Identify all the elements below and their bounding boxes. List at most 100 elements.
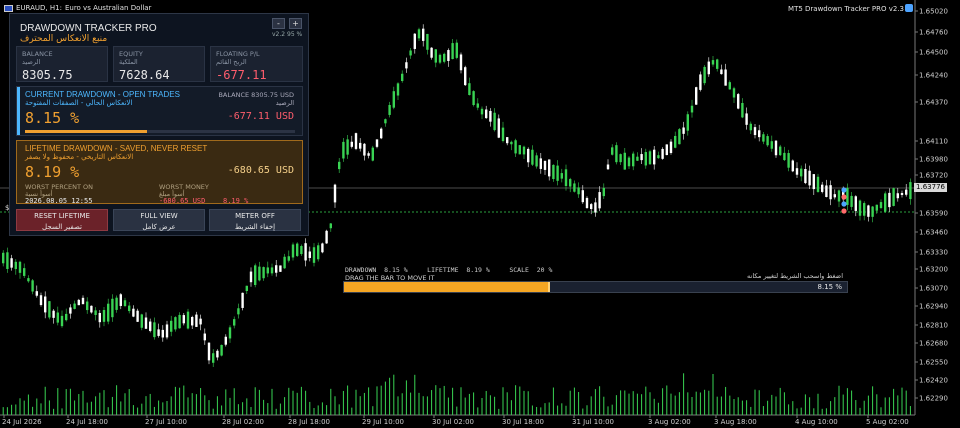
current-title: CURRENT DRAWDOWN - OPEN TRADES [25, 90, 180, 99]
panel-subtitle: منبع الانعكاس المحترف [20, 34, 108, 44]
candle-body [791, 160, 794, 172]
candle-body [825, 185, 828, 197]
candle-body [611, 147, 614, 155]
price-tick-label: 1.63070 [919, 285, 948, 293]
lifetime-title-ar: الانعكاس التاريخي - محفوظ ولا يصفر [25, 153, 134, 161]
minimize-button[interactable]: - [272, 18, 285, 29]
candle-body [430, 47, 433, 58]
symbol-label: EURAUD, H1: [16, 4, 62, 12]
time-tick-label: 4 Aug 10:00 [795, 418, 838, 426]
candle-body [77, 299, 80, 306]
time-tick-label: 5 Aug 02:00 [866, 418, 909, 426]
candle-body [585, 197, 589, 209]
candle-body [174, 317, 177, 330]
candle-body [808, 170, 811, 186]
candle-body [703, 66, 706, 84]
current-progress-fill [25, 130, 147, 133]
time-tick-label: 31 Jul 10:00 [572, 418, 614, 426]
drawdown-meter[interactable]: DRAWDOWN 8.15 % LIFETIME 8.19 % SCALE 20… [343, 264, 848, 296]
candle-body [480, 108, 484, 115]
candle-body [136, 310, 139, 322]
candle-body [60, 315, 64, 327]
candle-body [829, 185, 832, 200]
time-tick-label: 29 Jul 10:00 [362, 418, 404, 426]
candle-body [405, 62, 408, 69]
full-view-button[interactable]: FULL VIEW عرض كامل [113, 209, 205, 231]
candle-body [73, 303, 76, 309]
candle-body [216, 350, 219, 358]
candle-body [678, 129, 681, 145]
price-tick-label: 1.63720 [919, 172, 948, 180]
candle-body [417, 29, 421, 39]
price-tick-label: 1.62940 [919, 303, 948, 311]
candle-body [615, 145, 618, 163]
current-balance-label-ar: الرصيد [275, 99, 294, 107]
candle-body [123, 300, 127, 306]
candle-body [455, 42, 458, 58]
candle-body [258, 266, 261, 281]
candle-body [23, 268, 26, 276]
candle-body [800, 168, 803, 177]
candle-body [275, 265, 278, 273]
candle-body [690, 105, 694, 113]
candle-body [485, 109, 488, 119]
candle-body [741, 102, 744, 118]
current-progress [25, 130, 295, 133]
candle-body [892, 188, 895, 206]
candle-body [161, 329, 164, 338]
candle-body [283, 256, 286, 269]
candle-body [531, 149, 534, 165]
meter-off-button[interactable]: METER OFF إخفاء الشريط [209, 209, 301, 231]
candle-body [90, 305, 93, 313]
candle-body [539, 158, 542, 169]
reset-lifetime-label: RESET LIFETIME [34, 212, 90, 220]
floating-label-ar: الربح القائم [216, 58, 247, 66]
price-tick-label: 1.64500 [919, 49, 948, 57]
candle-body [632, 153, 635, 167]
worst-percent-value: 2026.08.05 12:55 [25, 197, 93, 205]
candle-body [220, 344, 223, 356]
equity-label: EQUITY [119, 50, 143, 58]
time-tick-label: 30 Jul 18:00 [502, 418, 544, 426]
ea-hat-icon[interactable] [905, 4, 913, 12]
equity-label-ar: الملكية [119, 58, 138, 66]
candle-body [380, 128, 383, 139]
candle-body [94, 310, 97, 315]
price-tick-label: 1.64370 [919, 99, 948, 107]
drawdown-panel[interactable]: DRAWDOWN TRACKER PRO منبع الانعكاس المحت… [9, 13, 309, 236]
candle-body [14, 261, 17, 270]
time-tick-label: 24 Jul 2026 [2, 418, 42, 426]
candle-body [128, 305, 131, 312]
candle-body [619, 154, 622, 163]
candle-body [472, 91, 475, 105]
candle-body [338, 161, 341, 170]
candle-body [233, 319, 236, 326]
meter-off-label-ar: إخفاء الشريط [234, 223, 276, 231]
candle-body [581, 190, 584, 203]
lifetime-percent: 8.19 % [25, 163, 80, 181]
expand-button[interactable]: + [289, 18, 302, 29]
candle-body [291, 244, 295, 258]
candle-body [170, 320, 173, 332]
candle-body [325, 230, 328, 244]
candle-body [371, 147, 374, 161]
reset-lifetime-button[interactable]: RESET LIFETIME تصفير السجل [16, 209, 108, 231]
candle-body [774, 140, 778, 156]
candle-body [888, 192, 891, 208]
price-tick-label: 1.63980 [919, 156, 948, 164]
candle-body [602, 187, 605, 197]
candle-body [44, 296, 47, 313]
candle-body [758, 130, 761, 138]
candle-body [669, 141, 673, 153]
time-tick-label: 27 Jul 10:00 [145, 418, 187, 426]
candle-body [409, 50, 412, 56]
candle-body [296, 243, 299, 256]
panel-title: DRAWDOWN TRACKER PRO [20, 23, 157, 34]
version-label: v2.2 95 % [272, 31, 303, 38]
meter-bar[interactable]: 8.15 % [343, 281, 848, 293]
candle-body [837, 190, 841, 202]
trade-marker [841, 208, 847, 214]
price-tick-label: 1.63330 [919, 249, 948, 257]
candle-body [287, 256, 290, 261]
candle-body [451, 43, 454, 60]
